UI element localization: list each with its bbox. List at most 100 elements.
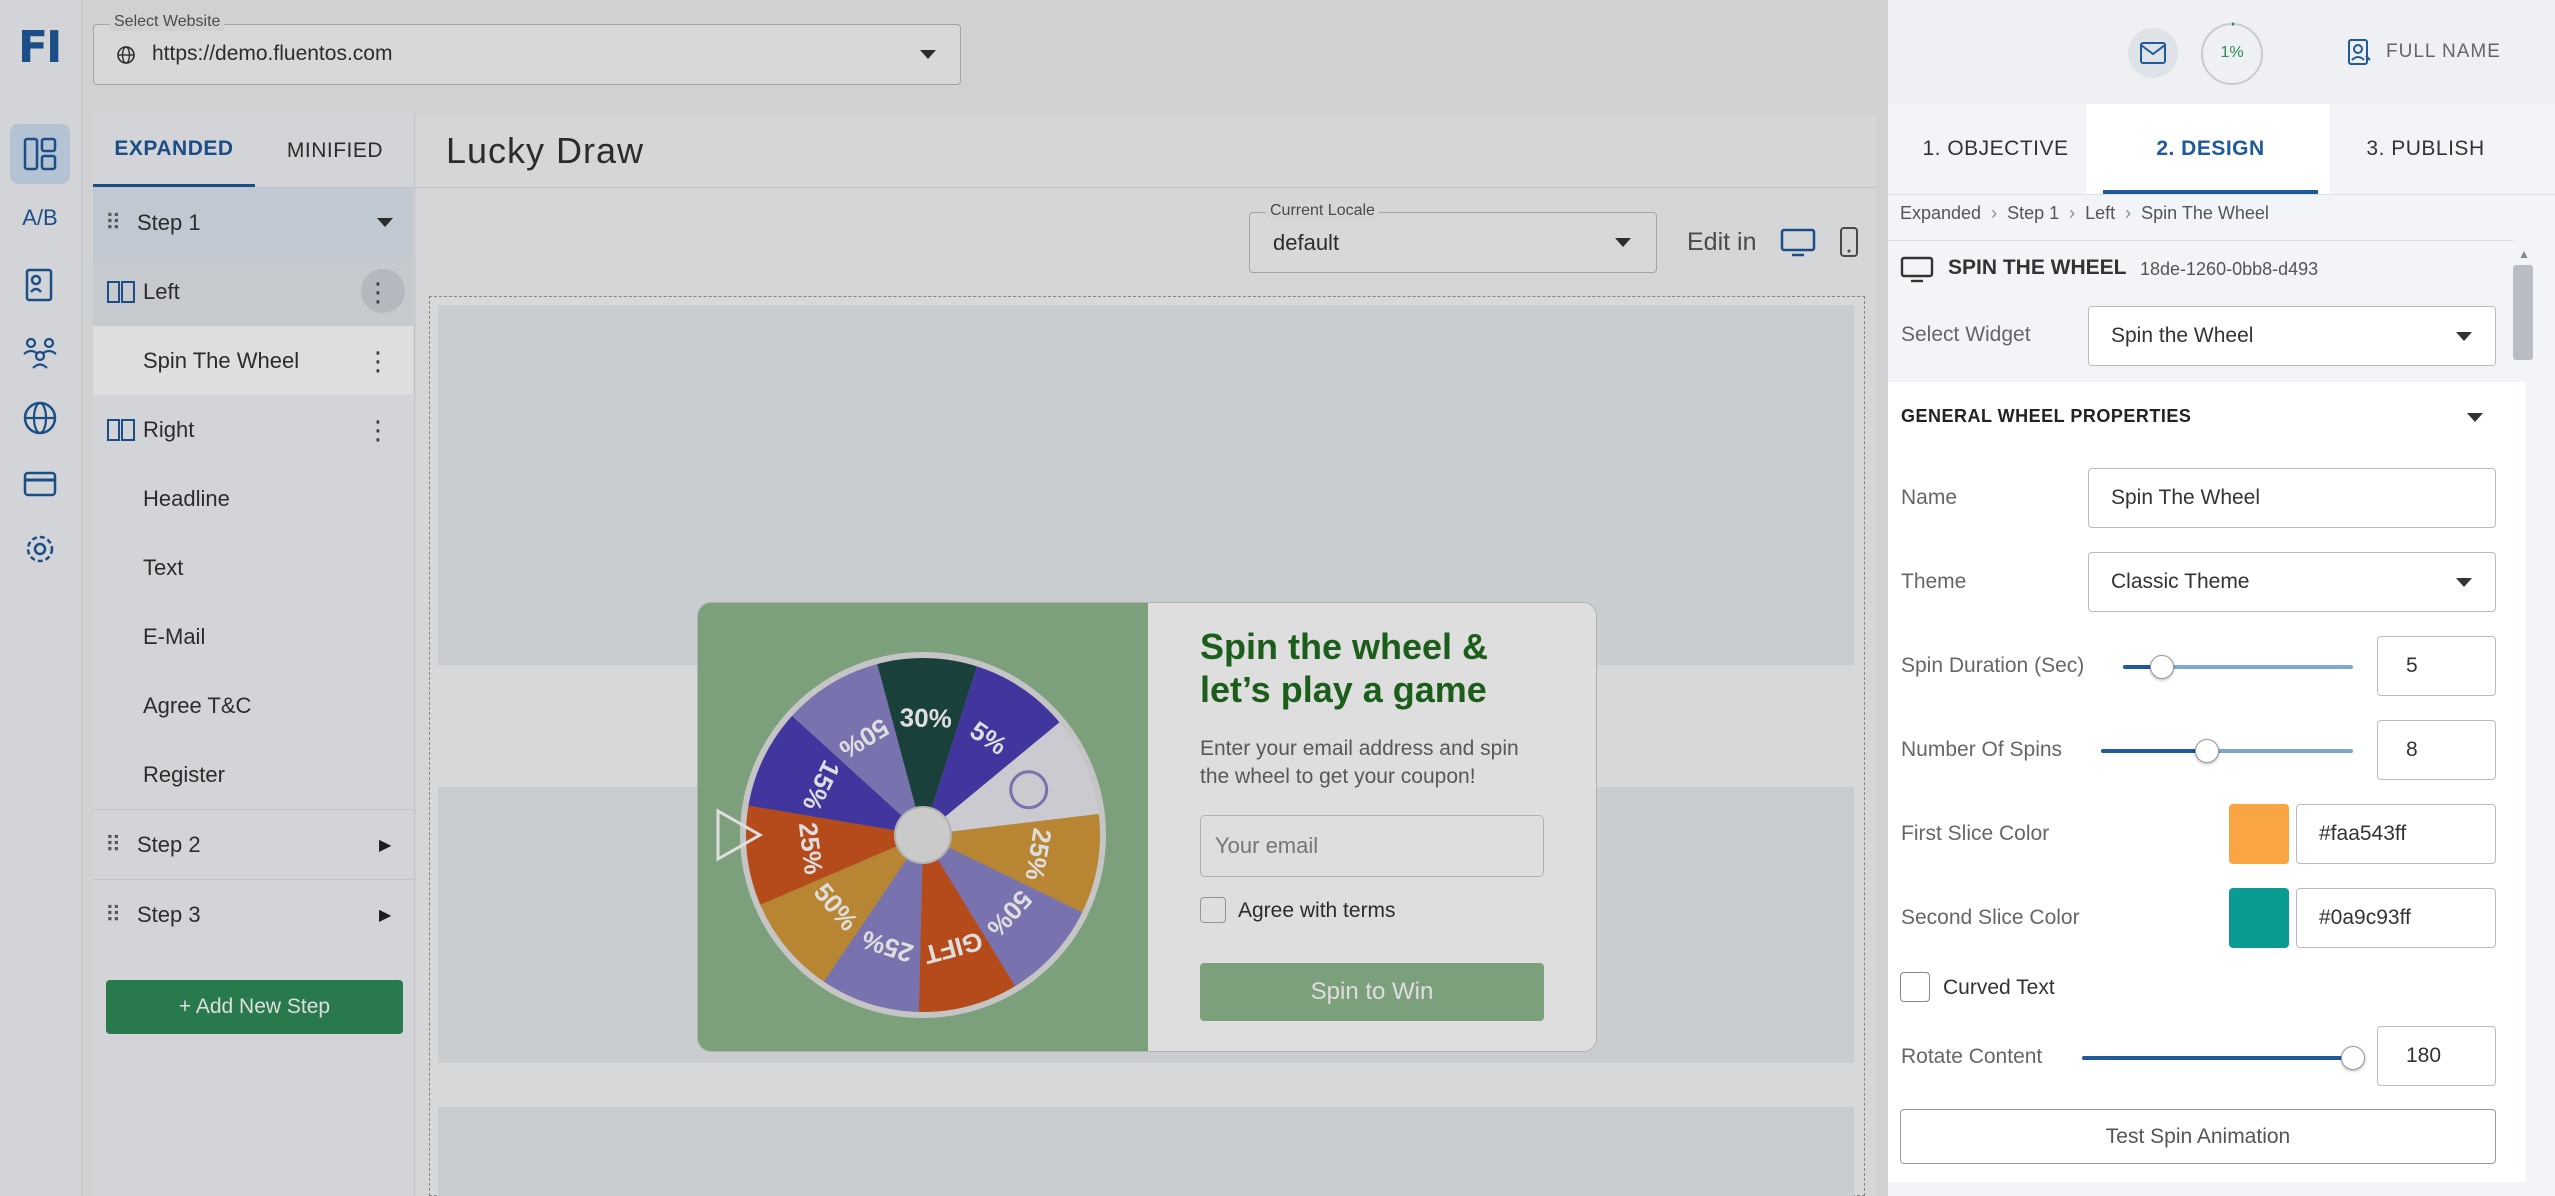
- select-widget-dropdown[interactable]: Spin the Wheel: [2088, 306, 2496, 366]
- widget-row-headline[interactable]: Headline: [93, 464, 413, 533]
- step-row-2[interactable]: ⠿ Step 2 ▶: [93, 810, 413, 879]
- spin-to-win-button[interactable]: Spin to Win: [1200, 963, 1544, 1021]
- dashboard-icon[interactable]: [10, 124, 70, 184]
- wheel-slice-label: 25%: [793, 821, 829, 876]
- theme-value: Classic Theme: [2111, 570, 2250, 593]
- terms-checkbox[interactable]: [1200, 897, 1226, 923]
- globe-icon[interactable]: [10, 388, 70, 448]
- first-slice-color-label: First Slice Color: [1901, 822, 2050, 845]
- tab-publish[interactable]: 3. PUBLISH: [2318, 104, 2533, 194]
- widget-label: Spin The Wheel: [143, 347, 300, 373]
- first-slice-swatch[interactable]: [2229, 804, 2289, 864]
- scroll-up-icon[interactable]: ▲: [2518, 247, 2530, 261]
- second-slice-color-input[interactable]: #0a9c93ff: [2296, 888, 2496, 948]
- step-label: Step 1: [137, 209, 201, 235]
- number-of-spins-label: Number Of Spins: [1901, 738, 2063, 761]
- collapse-chevron-icon[interactable]: [2467, 413, 2483, 422]
- spin-wheel[interactable]: 30% 5%25%50%GIFT25%50%25%15%50%: [698, 603, 1148, 1052]
- tab-design[interactable]: 2. DESIGN: [2103, 104, 2318, 194]
- spin-duration-slider[interactable]: [2123, 652, 2353, 682]
- drag-handle-icon[interactable]: ⠿: [105, 210, 121, 236]
- chevron-right-icon: ›: [2125, 203, 2132, 223]
- popup-headline: Spin the wheel & let’s play a game: [1200, 626, 1489, 711]
- slider-thumb[interactable]: [2194, 739, 2219, 763]
- slider-thumb[interactable]: [2341, 1046, 2365, 1070]
- widget-row-email[interactable]: E-Mail: [93, 602, 413, 671]
- user-name[interactable]: FULL NAME: [2386, 41, 2501, 63]
- name-input[interactable]: Spin The Wheel: [2088, 468, 2496, 528]
- chevron-right-icon[interactable]: ▶: [379, 835, 391, 855]
- spin-duration-input[interactable]: 5: [2377, 636, 2496, 696]
- breadcrumb-item[interactable]: Step 1: [2007, 203, 2059, 223]
- second-slice-swatch[interactable]: [2229, 888, 2289, 948]
- locale-value: default: [1273, 230, 1340, 255]
- chevron-down-icon: [920, 50, 936, 59]
- layout-row-right[interactable]: Right ⋮: [93, 395, 413, 464]
- test-spin-animation-button[interactable]: Test Spin Animation: [1900, 1109, 2496, 1164]
- forms-icon[interactable]: [10, 255, 70, 315]
- chevron-down-icon[interactable]: [377, 218, 393, 227]
- column-layout-icon: [107, 419, 135, 441]
- add-step-button[interactable]: + Add New Step: [106, 980, 403, 1034]
- desktop-icon[interactable]: [1780, 228, 1816, 258]
- layout-row-left[interactable]: Left ⋮: [93, 257, 413, 326]
- number-of-spins-slider[interactable]: [2101, 736, 2353, 766]
- rotate-content-slider[interactable]: [2082, 1043, 2365, 1073]
- drag-handle-icon[interactable]: ⠿: [105, 902, 121, 928]
- spin-duration-label: Spin Duration (Sec): [1901, 654, 2085, 677]
- select-widget-value: Spin the Wheel: [2111, 324, 2254, 347]
- mobile-icon[interactable]: [1838, 226, 1860, 258]
- spin-wheel-popup: 30% 5% 25% 50% GIFT 25% 50% 25% 15% 50% Spin the …: [697, 602, 1597, 1052]
- first-slice-color-input[interactable]: #faa543ff: [2296, 804, 2496, 864]
- locale-select-label: Current Locale: [1266, 202, 1379, 220]
- curved-text-checkbox[interactable]: [1900, 972, 1930, 1002]
- ab-test-icon[interactable]: A/B: [10, 188, 70, 248]
- breadcrumb-item[interactable]: Expanded: [1900, 203, 1981, 223]
- divider: [416, 187, 1876, 188]
- scrollbar-thumb[interactable]: [2513, 265, 2533, 360]
- layout-label: Right: [143, 416, 195, 442]
- profile-icon[interactable]: [2346, 38, 2374, 66]
- breadcrumb-item[interactable]: Spin The Wheel: [2141, 203, 2269, 223]
- tab-objective[interactable]: 1. OBJECTIVE: [1888, 104, 2103, 194]
- column-layout-icon: [107, 281, 135, 303]
- widget-row-text[interactable]: Text: [93, 533, 413, 602]
- more-options-icon[interactable]: ⋮: [365, 417, 391, 443]
- messages-button[interactable]: [2128, 28, 2178, 78]
- drag-handle-icon[interactable]: ⠿: [105, 832, 121, 858]
- wheel-panel: 30% 5% 25% 50% GIFT 25% 50% 25% 15% 50%: [698, 603, 1148, 1052]
- widget-label: Text: [143, 554, 184, 580]
- chevron-down-icon: [1615, 238, 1631, 247]
- billing-card-icon[interactable]: [10, 454, 70, 514]
- globe-icon: [117, 46, 135, 64]
- widget-row-register[interactable]: Register: [93, 740, 413, 809]
- number-of-spins-input[interactable]: 8: [2377, 720, 2496, 780]
- tab-minified[interactable]: MINIFIED: [255, 114, 415, 187]
- number-of-spins-value: 8: [2406, 738, 2418, 761]
- desktop-icon: [1900, 256, 1934, 283]
- terms-label: Agree with terms: [1238, 899, 1396, 922]
- breadcrumb-item[interactable]: Left: [2085, 203, 2115, 223]
- widget-row-agree[interactable]: Agree T&C: [93, 671, 413, 740]
- rotate-content-input[interactable]: 180: [2377, 1026, 2496, 1086]
- chevron-right-icon[interactable]: ▶: [379, 905, 391, 925]
- form-panel: Spin the wheel & let’s play a game Enter…: [1148, 603, 1596, 1051]
- email-input[interactable]: Your email: [1200, 815, 1544, 877]
- widget-label: Register: [143, 761, 225, 787]
- mail-icon: [2140, 42, 2166, 64]
- settings-gear-icon[interactable]: [10, 519, 70, 579]
- step-row-3[interactable]: ⠿ Step 3 ▶: [93, 880, 413, 949]
- step-row-1[interactable]: ⠿ Step 1: [93, 188, 413, 257]
- tab-expanded[interactable]: EXPANDED: [93, 114, 255, 187]
- widget-row-spin[interactable]: Spin The Wheel ⋮: [93, 326, 413, 395]
- curved-text-label: Curved Text: [1943, 976, 2055, 999]
- slider-thumb[interactable]: [2150, 655, 2175, 679]
- rotate-content-value: 180: [2406, 1044, 2442, 1067]
- app-logo: FI: [18, 22, 62, 73]
- more-options-icon[interactable]: ⋮: [365, 279, 391, 305]
- more-options-icon[interactable]: ⋮: [365, 348, 391, 374]
- wheel-slice-label: 30%: [899, 702, 952, 733]
- theme-dropdown[interactable]: Classic Theme: [2088, 552, 2496, 612]
- widget-label: Headline: [143, 485, 230, 511]
- audience-icon[interactable]: [10, 322, 70, 382]
